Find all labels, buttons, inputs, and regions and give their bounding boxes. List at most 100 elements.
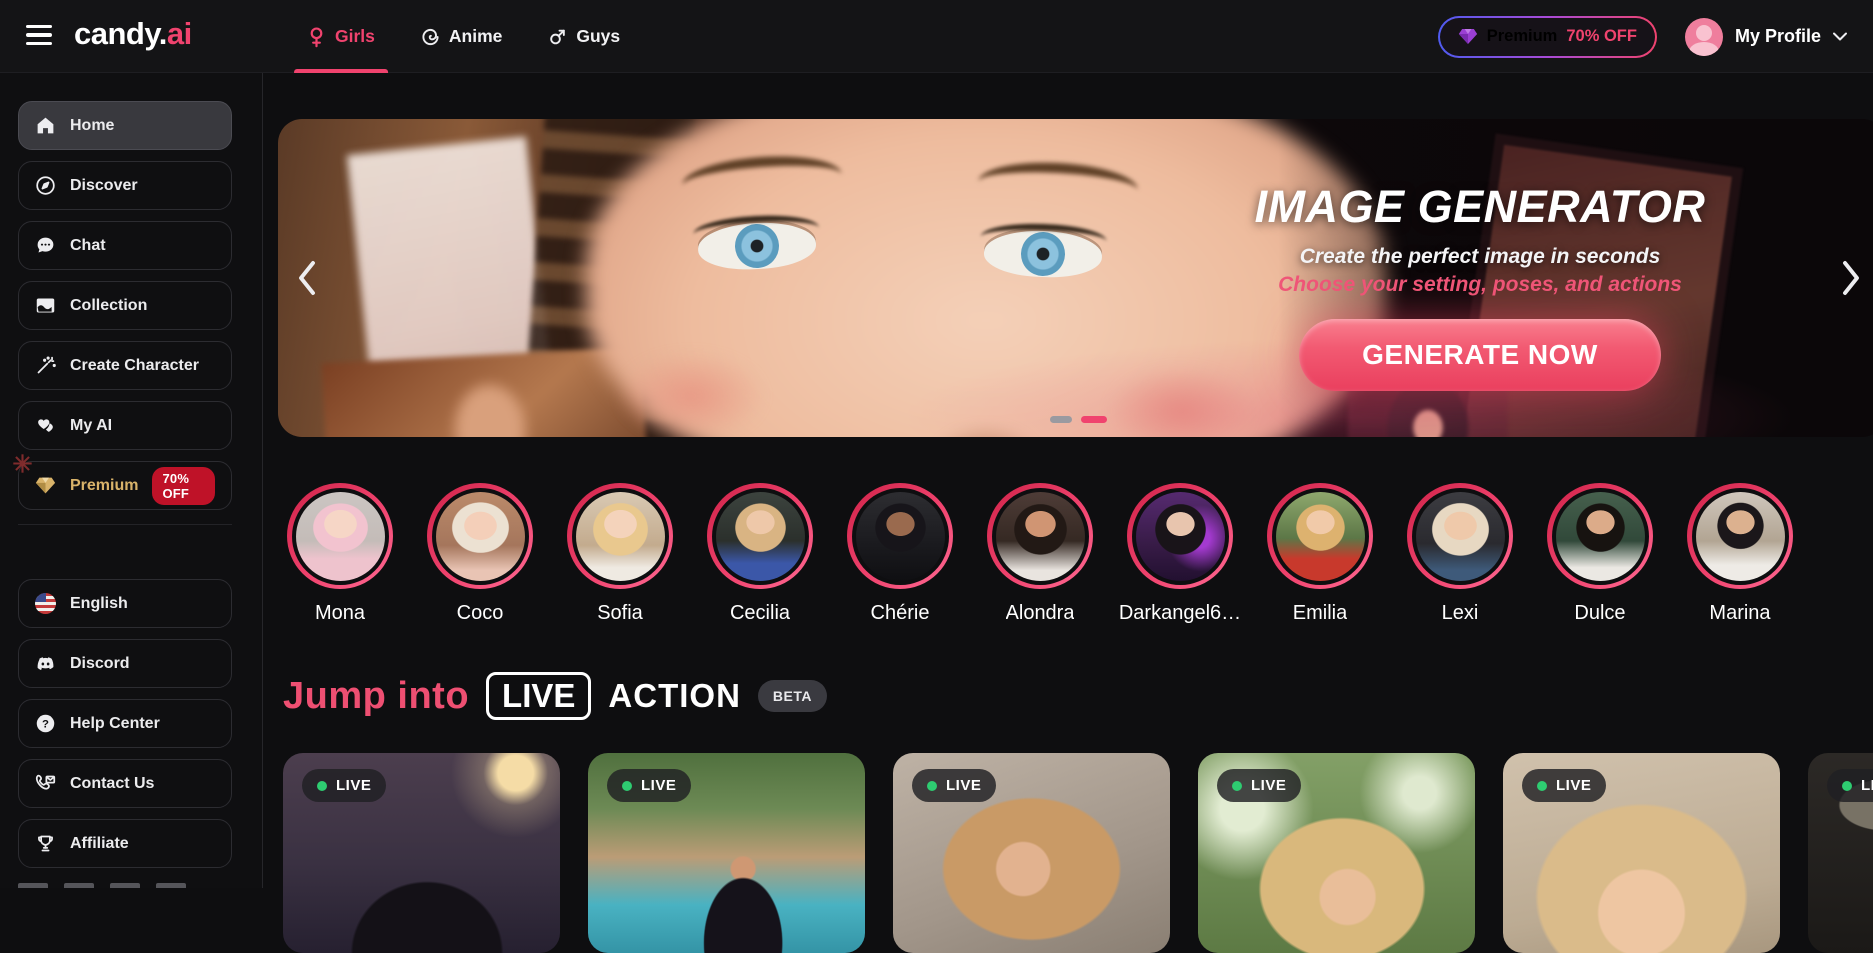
premium-discount-badge: 70% OFF: [152, 467, 215, 505]
gold-gem-icon: [35, 475, 56, 496]
premium-offer-button[interactable]: Premium 70% OFF: [1438, 16, 1657, 58]
live-stream-card[interactable]: LIVE: [1503, 753, 1780, 953]
character-avatar-ring: [1407, 483, 1513, 589]
character-avatar: [1276, 492, 1365, 581]
sidebar: Home Discover Chat Collection Create Cha…: [0, 73, 263, 888]
chevron-down-icon: [1833, 32, 1847, 41]
live-badge-label: LIVE: [1861, 777, 1873, 794]
character-name: Chérie: [871, 602, 930, 625]
sidebar-item-chat[interactable]: Chat: [18, 221, 232, 270]
tab-girls[interactable]: Girls: [307, 0, 375, 73]
female-icon: [307, 26, 326, 48]
live-stream-card[interactable]: LIVE: [283, 753, 560, 953]
category-tabs: Girls Anime Guys: [307, 0, 620, 73]
carousel-dot-2[interactable]: [1081, 416, 1107, 423]
live-badge: LIVE: [1217, 769, 1301, 802]
character-card[interactable]: Dulce: [1530, 483, 1670, 625]
tab-guys[interactable]: Guys: [548, 0, 620, 73]
sidebar-item-label: Chat: [70, 237, 106, 255]
character-avatar-ring: [847, 483, 953, 589]
live-badge-label: LIVE: [336, 777, 371, 794]
sidebar-item-label: Collection: [70, 297, 147, 315]
carousel-prev-arrow[interactable]: [290, 256, 324, 300]
sidebar-item-label: Affiliate: [70, 835, 129, 853]
character-card[interactable]: Alondra: [970, 483, 1110, 625]
profile-menu[interactable]: My Profile: [1685, 18, 1847, 56]
character-avatar: [436, 492, 525, 581]
live-badge-label: LIVE: [946, 777, 981, 794]
character-card[interactable]: Cecilia: [690, 483, 830, 625]
character-avatar: [856, 492, 945, 581]
sidebar-item-label: English: [70, 595, 128, 613]
character-card[interactable]: Emilia: [1250, 483, 1390, 625]
sidebar-item-home[interactable]: Home: [18, 101, 232, 150]
beta-badge: BETA: [758, 680, 827, 712]
character-card[interactable]: Coco: [410, 483, 550, 625]
live-badge-label: LIVE: [1251, 777, 1286, 794]
sidebar-item-language[interactable]: English: [18, 579, 232, 628]
home-icon: [35, 115, 56, 136]
magic-wand-icon: [35, 355, 56, 376]
live-cards-row: LIVE LIVE LIVE LIVE LIVE LIVE: [283, 753, 1873, 953]
character-card[interactable]: Chérie: [830, 483, 970, 625]
hero-tagline: Choose your setting, poses, and actions: [1230, 273, 1730, 297]
premium-discount: 70% OFF: [1566, 27, 1637, 46]
sidebar-item-discover[interactable]: Discover: [18, 161, 232, 210]
sidebar-item-label: Contact Us: [70, 775, 154, 793]
svg-text:?: ?: [42, 718, 49, 730]
profile-label: My Profile: [1735, 26, 1821, 47]
sidebar-item-affiliate[interactable]: Affiliate: [18, 819, 232, 868]
sidebar-item-label: Discover: [70, 177, 138, 195]
sidebar-item-collection[interactable]: Collection: [18, 281, 232, 330]
sidebar-item-label: Discord: [70, 655, 130, 673]
discord-icon: [35, 653, 56, 674]
sidebar-item-premium[interactable]: Premium 70% OFF: [18, 461, 232, 510]
sidebar-item-label: Create Character: [70, 357, 199, 375]
character-card[interactable]: Mona: [270, 483, 410, 625]
character-name: Coco: [457, 602, 504, 625]
live-stream-card[interactable]: LIVE: [893, 753, 1170, 953]
heading-live-box: LIVE: [486, 672, 591, 720]
hamburger-menu-icon[interactable]: [26, 20, 56, 50]
hero-carousel: IMAGE GENERATOR Create the perfect image…: [278, 119, 1873, 437]
sidebar-item-help-center[interactable]: ? Help Center: [18, 699, 232, 748]
brand-logo[interactable]: candy.ai: [74, 16, 192, 52]
sidebar-item-discord[interactable]: Discord: [18, 639, 232, 688]
generate-now-button[interactable]: GENERATE NOW: [1299, 319, 1661, 391]
sidebar-item-label: Premium: [70, 477, 138, 495]
brand-logo-accent: ai: [167, 16, 192, 51]
character-avatar-ring: [427, 483, 533, 589]
tab-anime[interactable]: Anime: [421, 0, 502, 73]
anime-spiral-icon: [421, 26, 440, 48]
live-indicator-dot: [317, 781, 327, 791]
character-avatar: [1556, 492, 1645, 581]
profile-avatar: [1685, 18, 1723, 56]
brand-logo-primary: candy.: [74, 16, 167, 51]
premium-label: Premium: [1487, 27, 1558, 46]
character-card[interactable]: Marina: [1670, 483, 1810, 625]
live-badge: LIVE: [912, 769, 996, 802]
sidebar-item-create-character[interactable]: Create Character: [18, 341, 232, 390]
tab-guys-label: Guys: [576, 26, 620, 47]
character-avatar: [1136, 492, 1225, 581]
character-card[interactable]: Lexi: [1390, 483, 1530, 625]
sidebar-item-contact-us[interactable]: Contact Us: [18, 759, 232, 808]
us-flag-icon: [35, 593, 56, 614]
trophy-icon: [35, 833, 56, 854]
character-card[interactable]: Sofia: [550, 483, 690, 625]
carousel-dot-1[interactable]: [1050, 416, 1072, 423]
live-stream-card[interactable]: LIVE: [1198, 753, 1475, 953]
tab-anime-label: Anime: [449, 26, 502, 47]
carousel-dots: [1050, 416, 1107, 423]
live-indicator-dot: [622, 781, 632, 791]
live-indicator-dot: [1842, 781, 1852, 791]
live-stream-card[interactable]: LIVE: [588, 753, 865, 953]
character-avatar: [576, 492, 665, 581]
character-card[interactable]: Darkangel6…: [1110, 483, 1250, 625]
carousel-next-arrow[interactable]: [1834, 256, 1868, 300]
tab-girls-label: Girls: [335, 26, 375, 47]
live-stream-card[interactable]: LIVE: [1808, 753, 1873, 953]
sidebar-item-my-ai[interactable]: My AI: [18, 401, 232, 450]
hero-title: IMAGE GENERATOR: [1230, 181, 1730, 233]
character-name: Emilia: [1293, 602, 1347, 625]
